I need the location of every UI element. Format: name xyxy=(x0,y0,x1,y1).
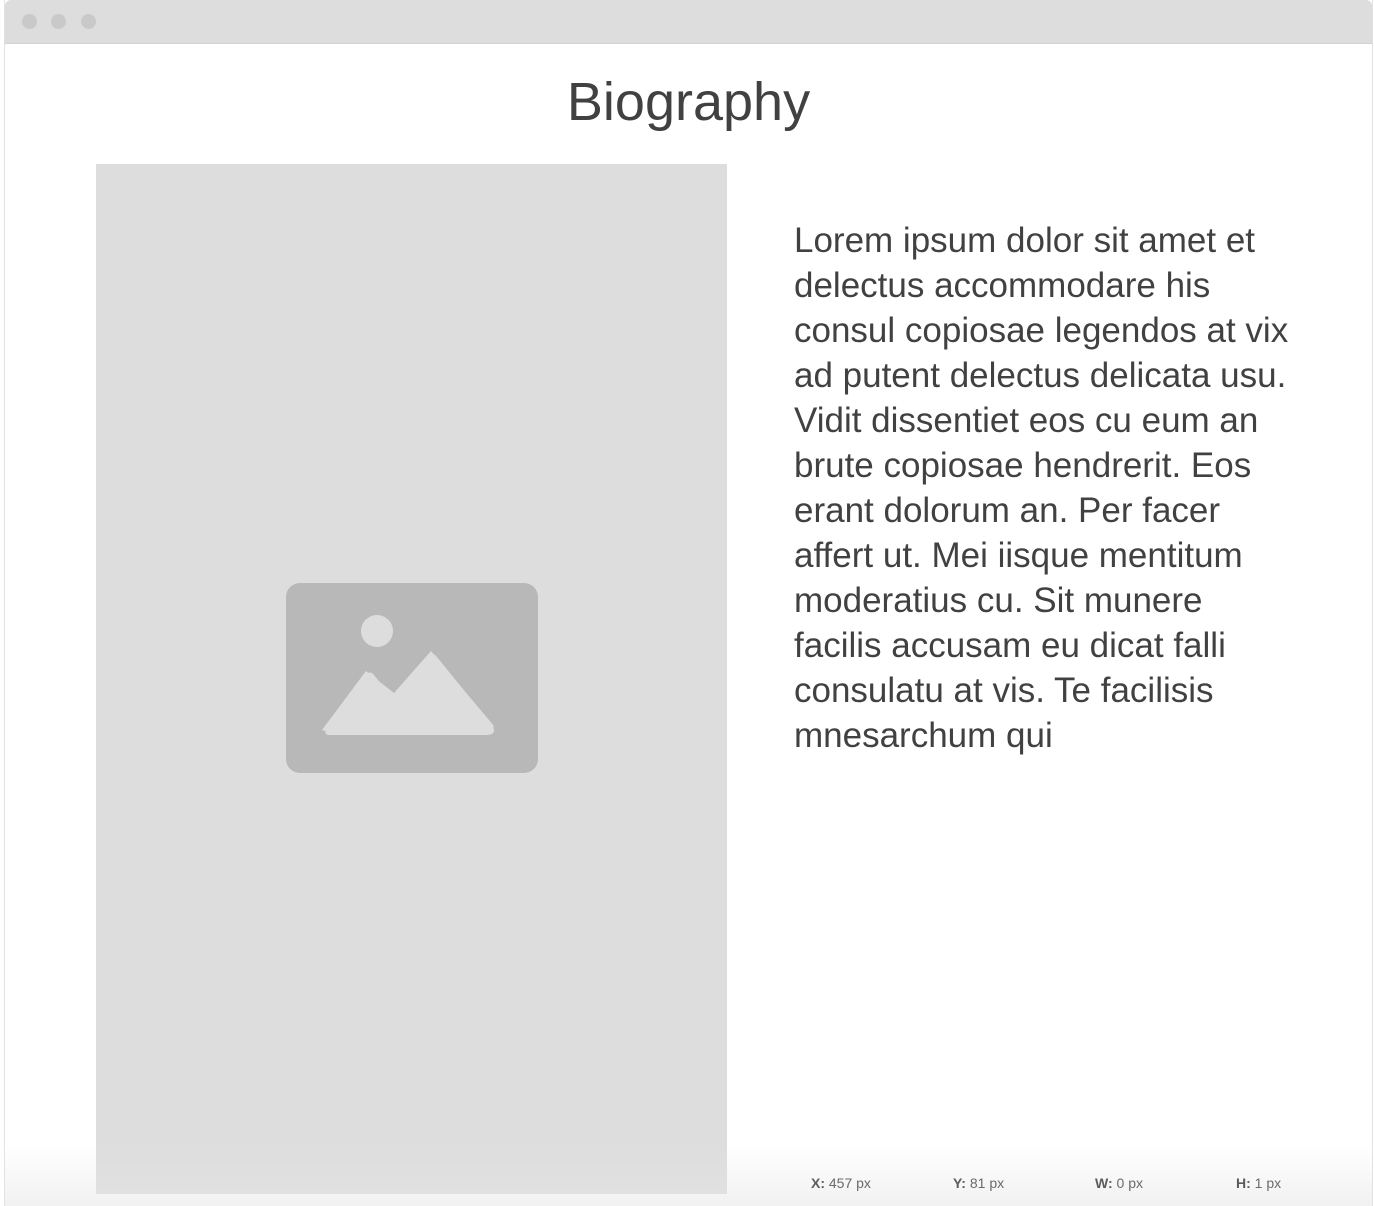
x-label: X: xyxy=(811,1175,825,1191)
w-value: 0 px xyxy=(1116,1175,1143,1191)
h-label: H: xyxy=(1236,1175,1251,1191)
biography-image-placeholder xyxy=(96,164,727,1194)
image-placeholder-icon xyxy=(286,583,538,773)
width-readout: W: 0 px xyxy=(1095,1175,1143,1191)
window-maximize-dot-icon[interactable] xyxy=(81,14,96,29)
selection-info-bar: X: 457 px Y: 81 px W: 0 px H: 1 px xyxy=(5,1172,1372,1194)
y-value: 81 px xyxy=(969,1175,1005,1191)
biography-text: Lorem ipsum dolor sit amet et delectus a… xyxy=(794,221,1289,755)
h-value: 1 px xyxy=(1254,1175,1282,1191)
page-title: Biography xyxy=(566,72,811,132)
browser-window: Biography Lorem ipsum dolor sit amet et … xyxy=(4,0,1373,1206)
window-minimize-dot-icon[interactable] xyxy=(51,14,66,29)
x-value: 457 px xyxy=(828,1175,871,1191)
height-readout: H: 1 px xyxy=(1236,1175,1281,1191)
y-label: Y: xyxy=(953,1175,966,1191)
window-titlebar xyxy=(5,0,1372,44)
window-close-dot-icon[interactable] xyxy=(22,14,37,29)
w-label: W: xyxy=(1095,1175,1113,1191)
x-coordinate-readout: X: 457 px xyxy=(811,1175,871,1191)
y-coordinate-readout: Y: 81 px xyxy=(953,1175,1004,1191)
